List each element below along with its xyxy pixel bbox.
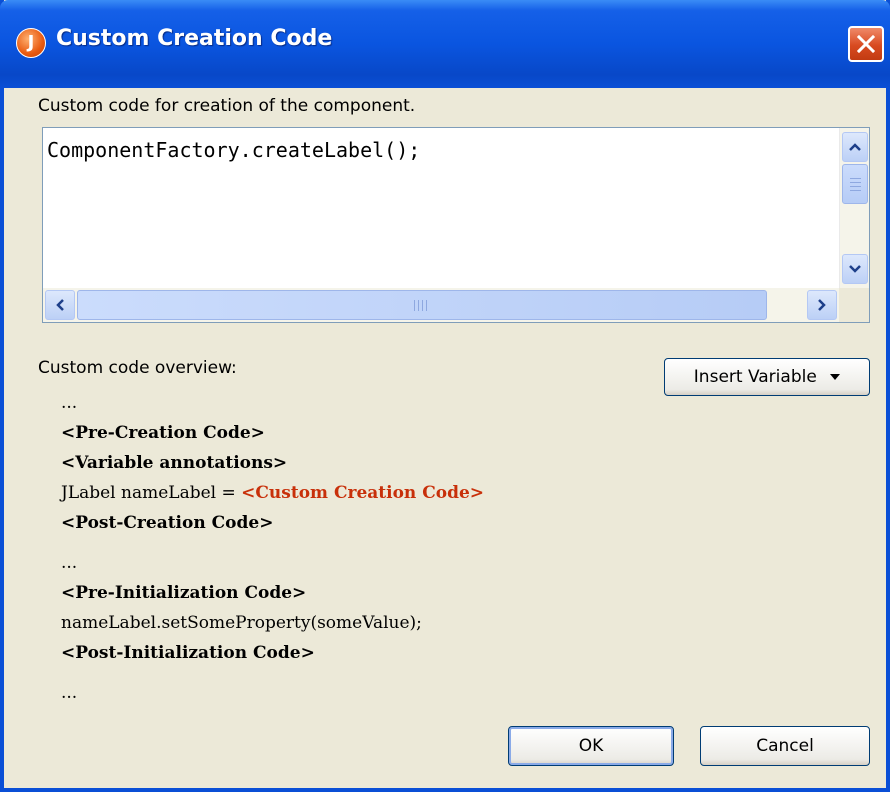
custom-creation-code-dialog: J Custom Creation Code Custom code for c… [0, 0, 890, 792]
overview-line: <Pre-Creation Code> [61, 423, 265, 443]
cancel-button[interactable]: Cancel [700, 726, 870, 766]
ok-button[interactable]: OK [508, 726, 674, 766]
title-bar[interactable]: J Custom Creation Code [0, 0, 890, 88]
app-icon: J [16, 28, 46, 58]
overview-line: <Pre-Initialization Code> [61, 583, 307, 603]
custom-code-text[interactable]: ComponentFactory.createLabel(); [47, 138, 420, 162]
custom-creation-code-placeholder: <Custom Creation Code> [241, 483, 485, 503]
scroll-down-button[interactable] [842, 254, 868, 284]
overview-line: nameLabel.setSomeProperty(someValue); [61, 613, 422, 633]
scrollbar-corner [839, 288, 869, 322]
dropdown-arrow-icon [830, 374, 841, 380]
window-title: Custom Creation Code [56, 26, 333, 51]
overview-line: <Post-Creation Code> [61, 513, 274, 533]
insert-variable-button[interactable]: Insert Variable [664, 358, 870, 396]
scroll-up-button[interactable] [842, 132, 868, 162]
overview-line: ... [61, 553, 78, 573]
overview-line: ... [61, 683, 78, 703]
chevron-up-icon [849, 143, 861, 151]
vertical-scroll-thumb[interactable] [842, 164, 868, 204]
editor-label: Custom code for creation of the componen… [38, 96, 416, 116]
overview-line: <Post-Initialization Code> [61, 643, 315, 663]
variable-declaration: JLabel nameLabel = [61, 483, 242, 503]
overview-line: JLabel nameLabel = <Custom Creation Code… [61, 483, 484, 503]
overview-line: ... [61, 393, 78, 413]
custom-code-editor[interactable]: ComponentFactory.createLabel(); [42, 127, 870, 323]
insert-variable-label: Insert Variable [693, 367, 817, 387]
close-button[interactable] [848, 26, 884, 62]
horizontal-scrollbar[interactable] [43, 288, 839, 322]
chevron-down-icon [849, 265, 861, 273]
overview-label: Custom code overview: [38, 358, 237, 378]
chevron-left-icon [56, 299, 64, 311]
chevron-right-icon [818, 299, 826, 311]
close-icon [857, 35, 875, 53]
scroll-right-button[interactable] [807, 290, 837, 320]
horizontal-scroll-thumb[interactable] [77, 290, 767, 320]
vertical-scrollbar[interactable] [839, 128, 869, 288]
scroll-left-button[interactable] [45, 290, 75, 320]
overview-line: <Variable annotations> [61, 453, 288, 473]
